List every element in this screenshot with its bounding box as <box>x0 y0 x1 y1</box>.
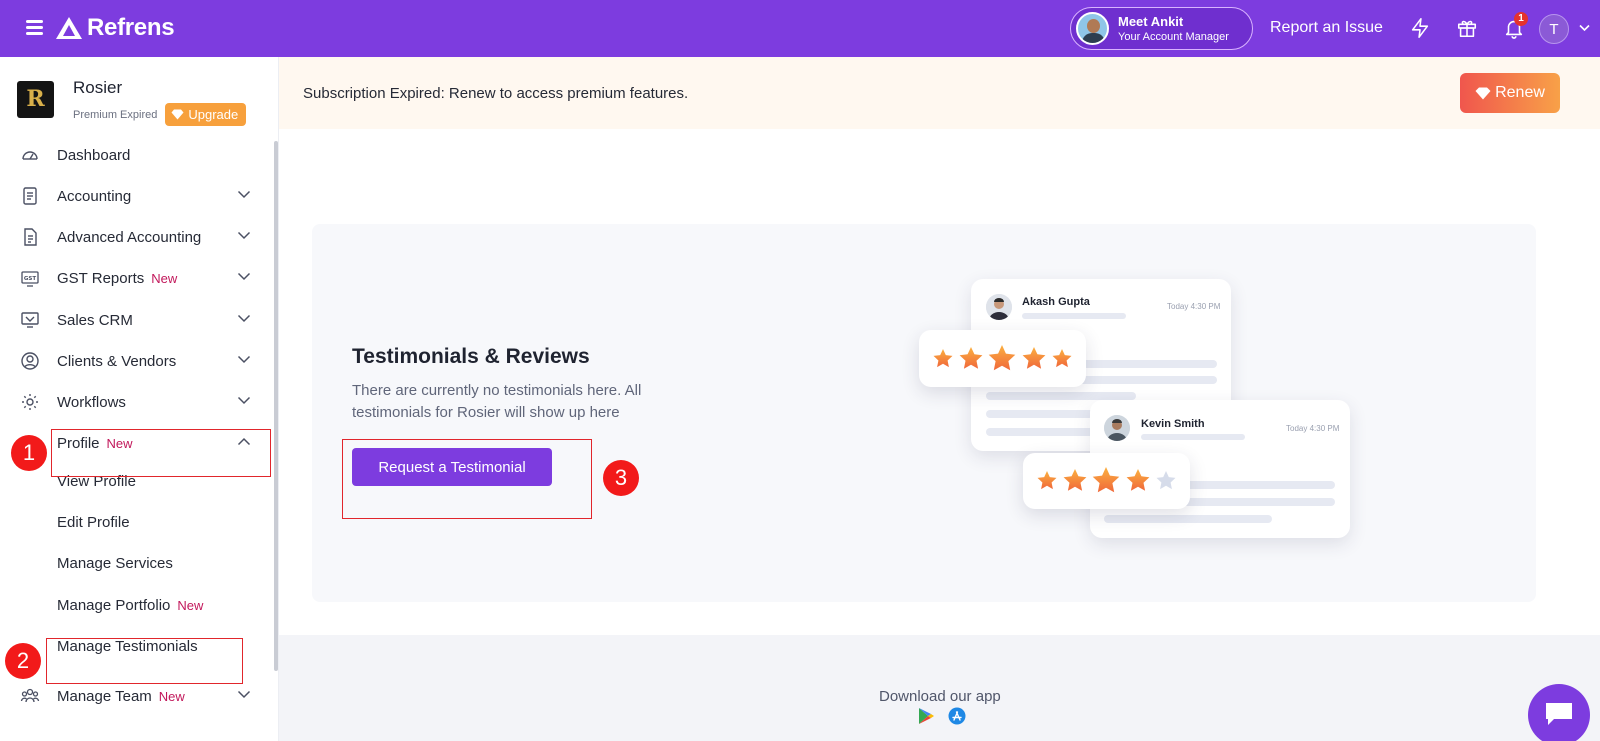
review-time: Today 4:30 PM <box>1286 424 1340 433</box>
four-star-rating-icon <box>1037 467 1176 493</box>
star-filled-icon <box>988 344 1016 370</box>
new-badge: New <box>158 688 185 704</box>
brand-logo[interactable]: Refrens <box>55 14 175 42</box>
document-icon <box>24 228 37 246</box>
subscription-banner: Subscription Expired: Renew to access pr… <box>279 57 1600 129</box>
hamburger-menu-icon[interactable] <box>26 20 43 35</box>
reviewer-avatar <box>1104 415 1130 441</box>
diamond-icon <box>1475 87 1491 99</box>
gear-icon <box>22 394 38 410</box>
new-badge: New <box>151 270 178 286</box>
chevron-down-icon <box>237 690 251 699</box>
subitem-edit-profile[interactable]: Edit Profile <box>57 514 130 531</box>
subscription-banner-text: Subscription Expired: Renew to access pr… <box>303 85 689 102</box>
five-star-rating-icon <box>933 344 1072 370</box>
star-empty-icon <box>1156 471 1176 490</box>
sidebar-item-advanced-accounting[interactable]: Advanced Accounting <box>0 217 270 257</box>
top-bar: Refrens Meet Ankit Your Account Manager … <box>0 0 1600 57</box>
accounting-icon <box>23 187 37 205</box>
user-circle-icon <box>21 352 39 370</box>
sidebar-scrollbar[interactable] <box>274 141 278 671</box>
reviewer-name: Akash Gupta <box>1022 296 1090 308</box>
sidebar-item-accounting[interactable]: Accounting <box>0 176 270 216</box>
org-plan-status: Premium Expired <box>73 108 158 121</box>
notification-badge: 1 <box>1514 12 1528 26</box>
download-app-text: Download our app <box>879 688 1001 705</box>
subitem-manage-services[interactable]: Manage Services <box>57 555 173 572</box>
chat-icon <box>1546 703 1572 725</box>
google-play-icon[interactable] <box>917 707 935 725</box>
crm-icon <box>21 312 39 328</box>
chevron-down-icon <box>237 314 251 323</box>
lightning-icon[interactable] <box>1409 17 1431 39</box>
annotation-number: 1 <box>11 435 47 471</box>
sidebar-item-workflows[interactable]: Workflows <box>0 382 270 422</box>
chevron-down-icon <box>237 396 251 405</box>
star-filled-icon <box>1022 346 1046 369</box>
sidebar-item-clients-vendors[interactable]: Clients & Vendors <box>0 341 270 381</box>
star-filled-icon <box>1052 348 1072 367</box>
report-issue-link[interactable]: Report an Issue <box>1270 19 1383 37</box>
dashboard-icon <box>22 151 38 160</box>
star-filled-icon <box>1126 469 1150 491</box>
chevron-down-icon <box>237 190 251 199</box>
reviewer-name: Kevin Smith <box>1141 418 1205 430</box>
refrens-triangle-icon <box>56 17 82 39</box>
user-avatar[interactable]: T <box>1539 14 1569 44</box>
star-filled-icon <box>1037 471 1057 490</box>
account-manager-name: Meet Ankit <box>1118 14 1184 29</box>
account-manager-avatar <box>1076 12 1109 45</box>
empty-state-title: Testimonials & Reviews <box>352 345 590 368</box>
gst-icon: GST <box>21 271 39 287</box>
sidebar-item-dashboard[interactable]: Dashboard <box>0 135 270 175</box>
brand-name: Refrens <box>87 14 175 41</box>
org-name: Rosier <box>73 78 123 97</box>
app-store-icon[interactable] <box>948 707 966 725</box>
account-manager-role: Your Account Manager <box>1118 31 1229 43</box>
sidebar-item-gst-reports[interactable]: GST GST Reports New <box>0 258 270 298</box>
team-icon <box>20 688 40 703</box>
annotation-number: 3 <box>603 460 639 496</box>
upgrade-button[interactable]: Upgrade <box>165 103 247 126</box>
reviewer-avatar <box>986 294 1012 320</box>
star-filled-icon <box>933 348 953 367</box>
rating-card <box>1023 453 1190 509</box>
star-filled-icon <box>959 346 983 369</box>
chevron-down-icon <box>237 272 251 281</box>
rating-card <box>919 330 1086 387</box>
svg-text:GST: GST <box>24 276 36 282</box>
subitem-manage-portfolio[interactable]: Manage Portfolio New <box>57 597 203 614</box>
annotation-box-profile <box>51 429 271 477</box>
renew-button[interactable]: Renew <box>1460 73 1560 113</box>
star-filled-icon <box>1063 469 1087 491</box>
chevron-down-icon[interactable] <box>1579 24 1590 32</box>
chat-button[interactable] <box>1528 684 1590 741</box>
chevron-down-icon <box>237 355 251 364</box>
annotation-box-manage-testimonials <box>46 638 243 684</box>
main-content: Testimonials & Reviews There are current… <box>279 129 1600 635</box>
account-manager-pill[interactable]: Meet Ankit Your Account Manager <box>1070 7 1253 50</box>
review-time: Today 4:30 PM <box>1167 302 1221 311</box>
annotation-number: 2 <box>5 643 41 679</box>
empty-state-card: Testimonials & Reviews There are current… <box>312 224 1536 602</box>
empty-state-description: There are currently no testimonials here… <box>352 382 642 421</box>
sidebar-item-sales-crm[interactable]: Sales CRM <box>0 300 270 340</box>
org-switcher[interactable]: R Rosier Premium Expired Upgrade <box>17 78 247 126</box>
star-filled-icon <box>1092 467 1120 493</box>
org-logo: R <box>17 81 54 118</box>
chevron-down-icon <box>237 231 251 240</box>
gift-icon[interactable] <box>1456 17 1478 39</box>
new-badge: New <box>177 598 204 613</box>
diamond-icon <box>171 109 184 120</box>
annotation-box-request-button <box>342 439 592 519</box>
